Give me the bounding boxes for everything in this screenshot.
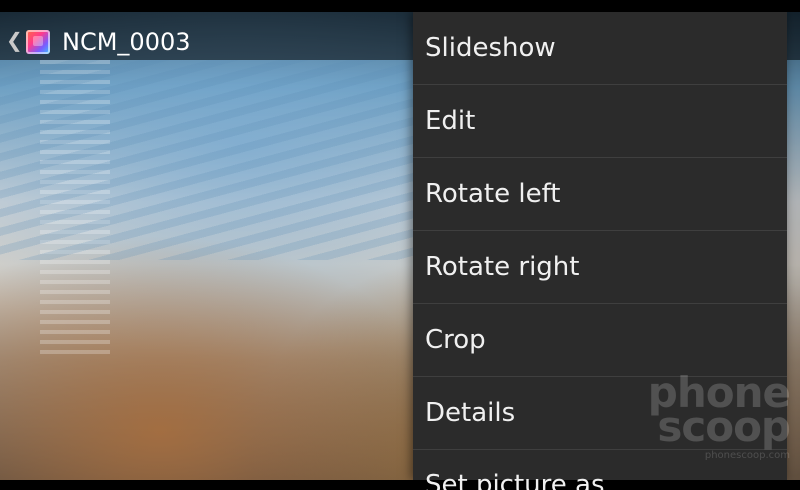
menu-item-crop[interactable]: Crop <box>413 304 787 377</box>
menu-item-label: Rotate left <box>425 179 561 209</box>
menu-item-label: Crop <box>425 325 486 355</box>
menu-item-edit[interactable]: Edit <box>413 85 787 158</box>
image-title: NCM_0003 <box>62 28 191 56</box>
menu-item-rotate-right[interactable]: Rotate right <box>413 231 787 304</box>
status-bar-band <box>0 0 800 12</box>
chevron-left-icon[interactable]: ❮ <box>6 30 23 50</box>
menu-item-label: Set picture as <box>425 470 605 490</box>
gallery-icon[interactable] <box>26 30 50 54</box>
watermark-url: phonescoop.com <box>704 450 790 461</box>
menu-item-label: Slideshow <box>425 33 556 63</box>
menu-item-rotate-left[interactable]: Rotate left <box>413 158 787 231</box>
watermark: phone scoop phonescoop.com <box>648 372 791 462</box>
menu-item-label: Rotate right <box>425 252 580 282</box>
menu-item-slideshow[interactable]: Slideshow <box>413 12 787 85</box>
watermark-line-2: scoop <box>657 402 791 451</box>
menu-item-label: Edit <box>425 106 476 136</box>
menu-item-label: Details <box>425 398 516 428</box>
